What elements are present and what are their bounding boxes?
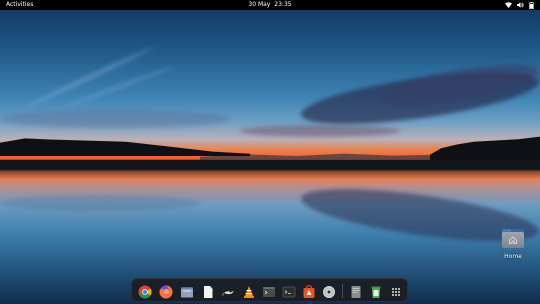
trash-icon[interactable] [369, 284, 383, 298]
dock [131, 278, 408, 302]
clock[interactable]: 30 May 23:35 [0, 0, 540, 10]
clock-time: 23:35 [274, 1, 292, 8]
wallpaper-cloud [240, 125, 400, 137]
treeline-right [430, 136, 540, 160]
wallpaper-cloud-reflection [0, 195, 200, 211]
desktop-icon-home[interactable]: Home [498, 229, 528, 265]
system-tray[interactable] [505, 0, 534, 10]
dock-separator [342, 284, 343, 298]
terminal-icon[interactable] [262, 284, 276, 298]
wallpaper-cloud [0, 110, 230, 128]
network-wifi-icon [505, 2, 512, 8]
folder-home-icon [502, 229, 524, 248]
vlc-icon[interactable] [242, 284, 256, 298]
firefox-icon[interactable] [159, 284, 173, 299]
terminal-dark-icon[interactable] [282, 284, 296, 298]
treeline-reflection [0, 160, 540, 180]
files-icon[interactable] [180, 284, 194, 298]
software-store-icon[interactable] [302, 284, 316, 298]
show-applications-icon[interactable] [389, 284, 403, 298]
wallpaper-cloud [63, 64, 177, 109]
notes-icon[interactable] [349, 284, 363, 298]
treeline-left [0, 138, 250, 156]
desktop-icon-label: Home [504, 253, 522, 260]
clock-date: 30 May [248, 1, 271, 8]
battery-icon [529, 1, 534, 9]
desktop-wallpaper [0, 10, 540, 304]
disc-icon[interactable] [322, 284, 336, 298]
top-bar: Activities 30 May 23:35 [0, 0, 540, 10]
text-editor-icon[interactable] [201, 284, 215, 298]
chrome-icon[interactable] [138, 284, 152, 299]
mouse-icon[interactable] [222, 284, 236, 298]
volume-icon [517, 2, 524, 8]
wallpaper-cloud [25, 45, 155, 109]
